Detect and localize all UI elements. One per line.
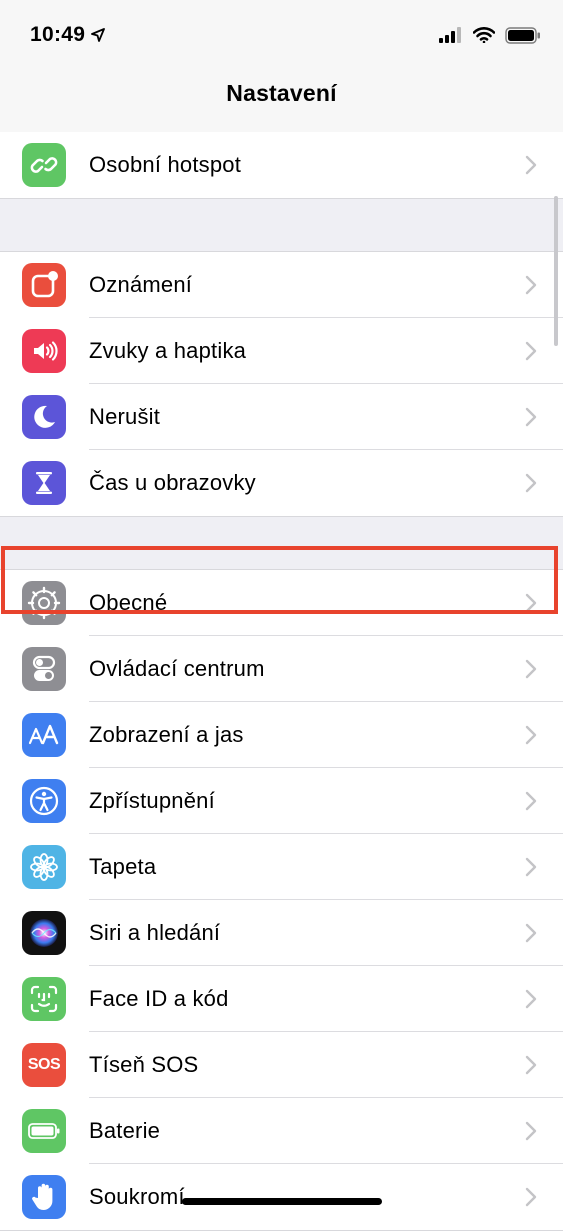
settings-group-network: Osobní hotspot — [0, 132, 563, 199]
flower-icon — [22, 845, 66, 889]
settings-item-do-not-disturb[interactable]: Nerušit — [0, 384, 563, 450]
wifi-icon — [473, 27, 495, 43]
toggles-icon — [22, 647, 66, 691]
chevron-right-icon — [525, 725, 537, 744]
battery-icon — [22, 1109, 66, 1153]
scroll-indicator[interactable] — [554, 196, 558, 346]
accessibility-icon — [22, 779, 66, 823]
settings-item-control-center[interactable]: Ovládací centrum — [0, 636, 563, 702]
chevron-right-icon — [525, 857, 537, 876]
settings-item-hotspot[interactable]: Osobní hotspot — [0, 132, 563, 198]
chevron-right-icon — [525, 275, 537, 294]
settings-item-label: Baterie — [89, 1117, 161, 1143]
chevron-right-icon — [525, 791, 537, 810]
settings-group-notifications: Oznámení Zvuky a haptika Nerušit Čas u o… — [0, 251, 563, 517]
chevron-right-icon — [525, 593, 537, 612]
settings-item-general[interactable]: Obecné — [0, 570, 563, 636]
sos-icon-text: SOS — [27, 1056, 61, 1073]
settings-item-label: Oznámení — [89, 271, 193, 297]
settings-item-label: Osobní hotspot — [89, 152, 242, 177]
chain-link-icon — [22, 143, 66, 187]
chevron-right-icon — [525, 407, 537, 426]
notification-badge-icon — [22, 263, 66, 307]
gear-icon — [22, 581, 66, 625]
speaker-icon — [22, 329, 66, 373]
battery-status-icon — [505, 26, 540, 44]
settings-item-privacy[interactable]: Soukromí — [0, 1164, 563, 1230]
chevron-right-icon — [525, 341, 537, 360]
settings-item-label: Čas u obrazovky — [89, 470, 256, 495]
chevron-right-icon — [525, 155, 537, 175]
status-bar: 10:49 — [0, 0, 563, 70]
chevron-right-icon — [525, 473, 537, 493]
sos-icon: SOS — [22, 1043, 66, 1087]
face-id-icon — [22, 977, 66, 1021]
time-label: 10:49 — [30, 23, 86, 46]
home-indicator[interactable] — [182, 1198, 382, 1205]
settings-item-label: Siri a hledání — [89, 919, 221, 945]
cellular-signal-icon — [439, 27, 461, 43]
chevron-right-icon — [525, 923, 537, 942]
settings-item-battery[interactable]: Baterie — [0, 1098, 563, 1164]
settings-item-emergency-sos[interactable]: SOS Tíseň SOS — [0, 1032, 563, 1098]
settings-item-label: Face ID a kód — [89, 985, 229, 1011]
settings-item-screen-time[interactable]: Čas u obrazovky — [0, 450, 563, 516]
settings-item-label: Tíseň SOS — [89, 1051, 199, 1077]
settings-item-face-id[interactable]: Face ID a kód — [0, 966, 563, 1032]
status-time: 10:49 — [30, 23, 106, 47]
hourglass-icon — [22, 461, 66, 505]
chevron-right-icon — [525, 989, 537, 1008]
hand-icon — [22, 1175, 66, 1219]
location-arrow-icon — [91, 28, 106, 42]
settings-item-accessibility[interactable]: Zpřístupnění — [0, 768, 563, 834]
chevron-right-icon — [525, 1121, 537, 1140]
settings-list: Osobní hotspot Oznámení Zvuky a haptika — [0, 132, 563, 1231]
chevron-right-icon — [525, 659, 537, 678]
settings-item-label: Obecné — [89, 589, 168, 615]
settings-item-label: Zobrazení a jas — [89, 721, 244, 747]
chevron-right-icon — [525, 1187, 537, 1207]
settings-item-label: Tapeta — [89, 853, 157, 879]
page-title: Nastavení — [226, 80, 337, 106]
settings-item-label: Zpřístupnění — [89, 787, 215, 813]
text-size-icon — [22, 713, 66, 757]
siri-icon — [22, 911, 66, 955]
chevron-right-icon — [525, 1055, 537, 1074]
settings-item-notifications[interactable]: Oznámení — [0, 252, 563, 318]
settings-group-general: Obecné Ovládací centrum Zobrazení a jas — [0, 569, 563, 1231]
settings-item-label: Zvuky a haptika — [89, 337, 247, 363]
settings-item-display[interactable]: Zobrazení a jas — [0, 702, 563, 768]
settings-item-wallpaper[interactable]: Tapeta — [0, 834, 563, 900]
moon-icon — [22, 395, 66, 439]
settings-item-label: Soukromí — [89, 1184, 185, 1209]
settings-item-siri[interactable]: Siri a hledání — [0, 900, 563, 966]
settings-item-label: Ovládací centrum — [89, 655, 265, 681]
settings-item-label: Nerušit — [89, 403, 161, 429]
settings-item-sounds[interactable]: Zvuky a haptika — [0, 318, 563, 384]
